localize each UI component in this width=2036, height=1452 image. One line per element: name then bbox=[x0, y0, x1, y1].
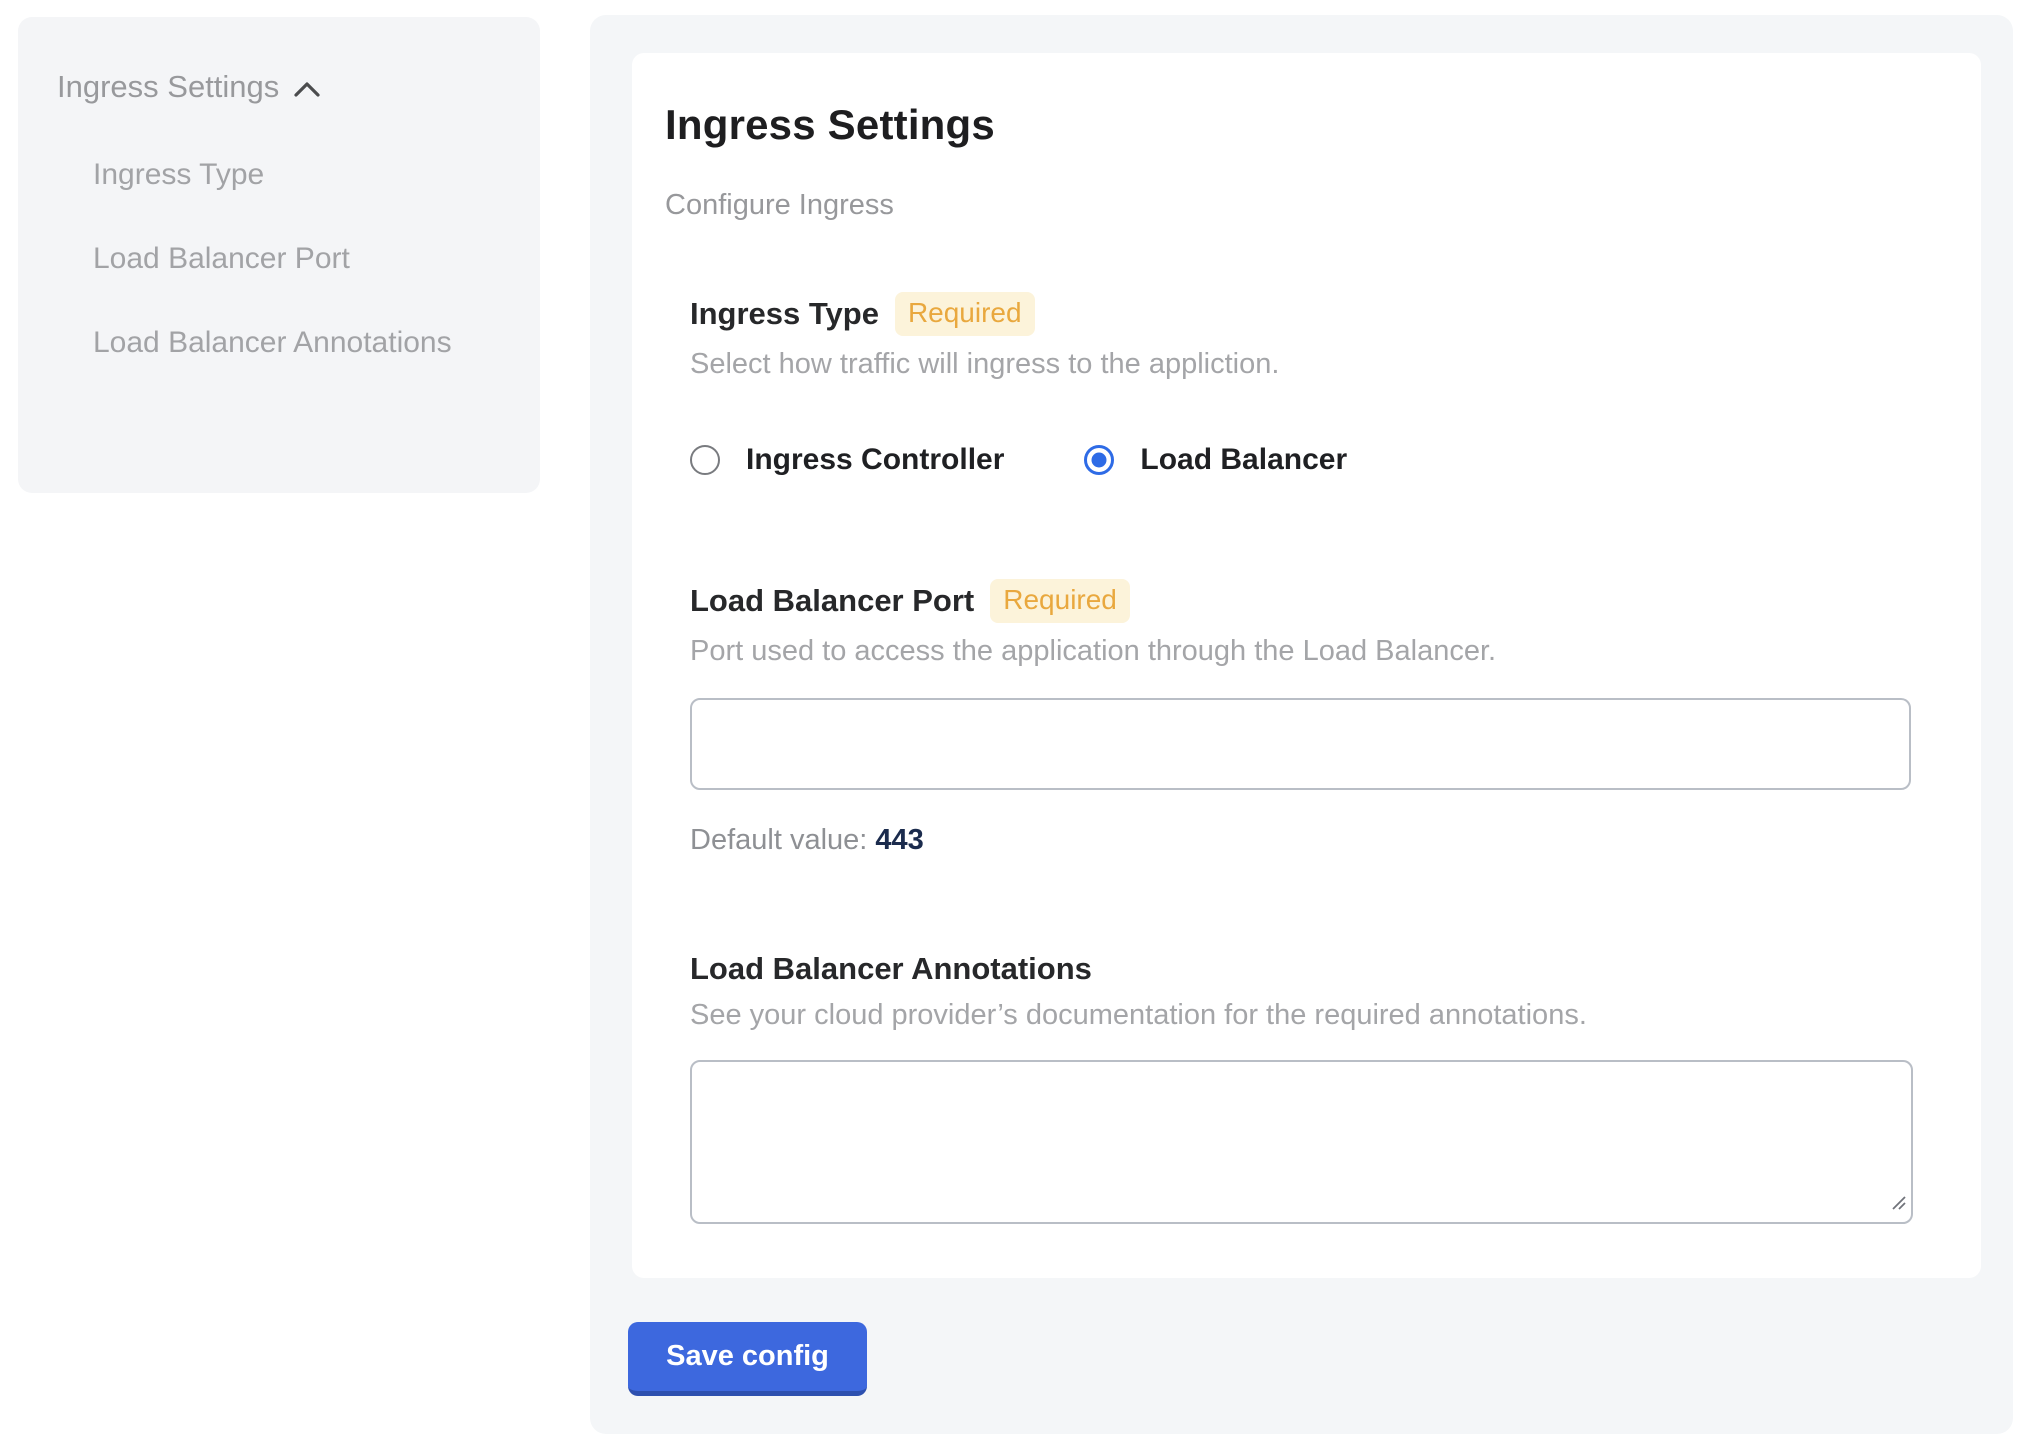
radio-icon-load-balancer[interactable] bbox=[1084, 445, 1114, 475]
sidebar-item-ingress-type[interactable]: Ingress Type bbox=[93, 145, 477, 204]
section-load-balancer-annotations: Load Balancer Annotations See your cloud… bbox=[690, 951, 1941, 1224]
sidebar-item-list: Ingress Type Load Balancer Port Load Bal… bbox=[57, 145, 477, 372]
load-balancer-annotations-textarea[interactable] bbox=[690, 1060, 1913, 1224]
section-load-balancer-port: Load Balancer Port Required Port used to… bbox=[690, 579, 1941, 857]
main-panel: Ingress Settings Configure Ingress Ingre… bbox=[590, 15, 2013, 1434]
radio-option-ingress-controller[interactable]: Ingress Controller bbox=[690, 443, 1004, 477]
radio-label-load-balancer: Load Balancer bbox=[1140, 443, 1347, 477]
ingress-settings-card: Ingress Settings Configure Ingress Ingre… bbox=[632, 53, 1981, 1278]
section-description-load-balancer-annotations: See your cloud provider’s documentation … bbox=[690, 999, 1941, 1032]
section-title-ingress-type: Ingress Type bbox=[690, 296, 879, 332]
sidebar-item-load-balancer-port[interactable]: Load Balancer Port bbox=[93, 229, 477, 288]
settings-sidebar: Ingress Settings Ingress Type Load Balan… bbox=[18, 17, 540, 493]
page-title: Ingress Settings bbox=[665, 101, 1941, 149]
ingress-type-radio-group: Ingress Controller Load Balancer bbox=[690, 443, 1941, 477]
radio-label-ingress-controller: Ingress Controller bbox=[746, 443, 1004, 477]
radio-icon-ingress-controller[interactable] bbox=[690, 445, 720, 475]
default-value-label: Default value: bbox=[690, 824, 867, 856]
section-description-load-balancer-port: Port used to access the application thro… bbox=[690, 635, 1941, 668]
section-description-ingress-type: Select how traffic will ingress to the a… bbox=[690, 348, 1941, 381]
sidebar-item-load-balancer-annotations[interactable]: Load Balancer Annotations bbox=[93, 313, 477, 372]
sidebar-section-ingress-settings[interactable]: Ingress Settings bbox=[57, 69, 510, 105]
page-subtitle: Configure Ingress bbox=[665, 189, 1941, 222]
required-badge: Required bbox=[990, 579, 1130, 623]
radio-option-load-balancer[interactable]: Load Balancer bbox=[1084, 443, 1347, 477]
section-title-load-balancer-port: Load Balancer Port bbox=[690, 583, 974, 619]
load-balancer-port-input[interactable] bbox=[690, 698, 1911, 790]
sidebar-section-label: Ingress Settings bbox=[57, 69, 279, 105]
chevron-up-icon bbox=[293, 81, 321, 98]
resize-handle-icon[interactable] bbox=[1890, 1194, 1908, 1217]
section-title-load-balancer-annotations: Load Balancer Annotations bbox=[690, 951, 1092, 987]
required-badge: Required bbox=[895, 292, 1035, 336]
section-ingress-type: Ingress Type Required Select how traffic… bbox=[690, 292, 1941, 477]
save-config-button[interactable]: Save config bbox=[628, 1322, 867, 1396]
default-value-number: 443 bbox=[875, 824, 923, 856]
default-value-line: Default value: 443 bbox=[690, 824, 1941, 857]
